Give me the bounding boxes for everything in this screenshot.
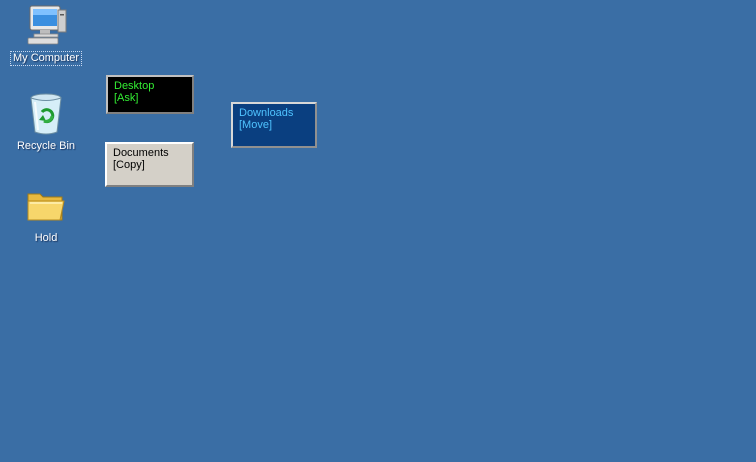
desktop-background: My Computer Recycle Bin Hold Desktop [As… — [0, 0, 756, 462]
tile-action: [Move] — [239, 119, 273, 131]
desktop-icon-label: Recycle Bin — [16, 140, 76, 152]
tile-desktop-ask[interactable]: Desktop [Ask] — [106, 75, 194, 114]
tile-action: [Copy] — [113, 159, 145, 171]
recycle-bin-icon — [30, 93, 62, 135]
desktop-icon-recycle-bin[interactable]: Recycle Bin — [8, 90, 84, 153]
my-computer-icon — [27, 5, 67, 45]
desktop-icon-label: My Computer — [9, 51, 83, 66]
desktop-icon-label: Hold — [34, 232, 58, 244]
tile-folder-name: Desktop — [114, 80, 155, 92]
tile-folder-name: Downloads — [239, 107, 294, 119]
desktop-icon-my-computer[interactable]: My Computer — [8, 2, 84, 66]
desktop-icon-hold[interactable]: Hold — [8, 182, 84, 245]
folder-icon — [27, 193, 65, 221]
tile-folder-name: Documents — [113, 147, 169, 159]
tile-downloads-move[interactable]: Downloads [Move] — [231, 102, 317, 148]
tile-action: [Ask] — [114, 92, 139, 104]
tile-documents-copy[interactable]: Documents [Copy] — [105, 142, 194, 187]
